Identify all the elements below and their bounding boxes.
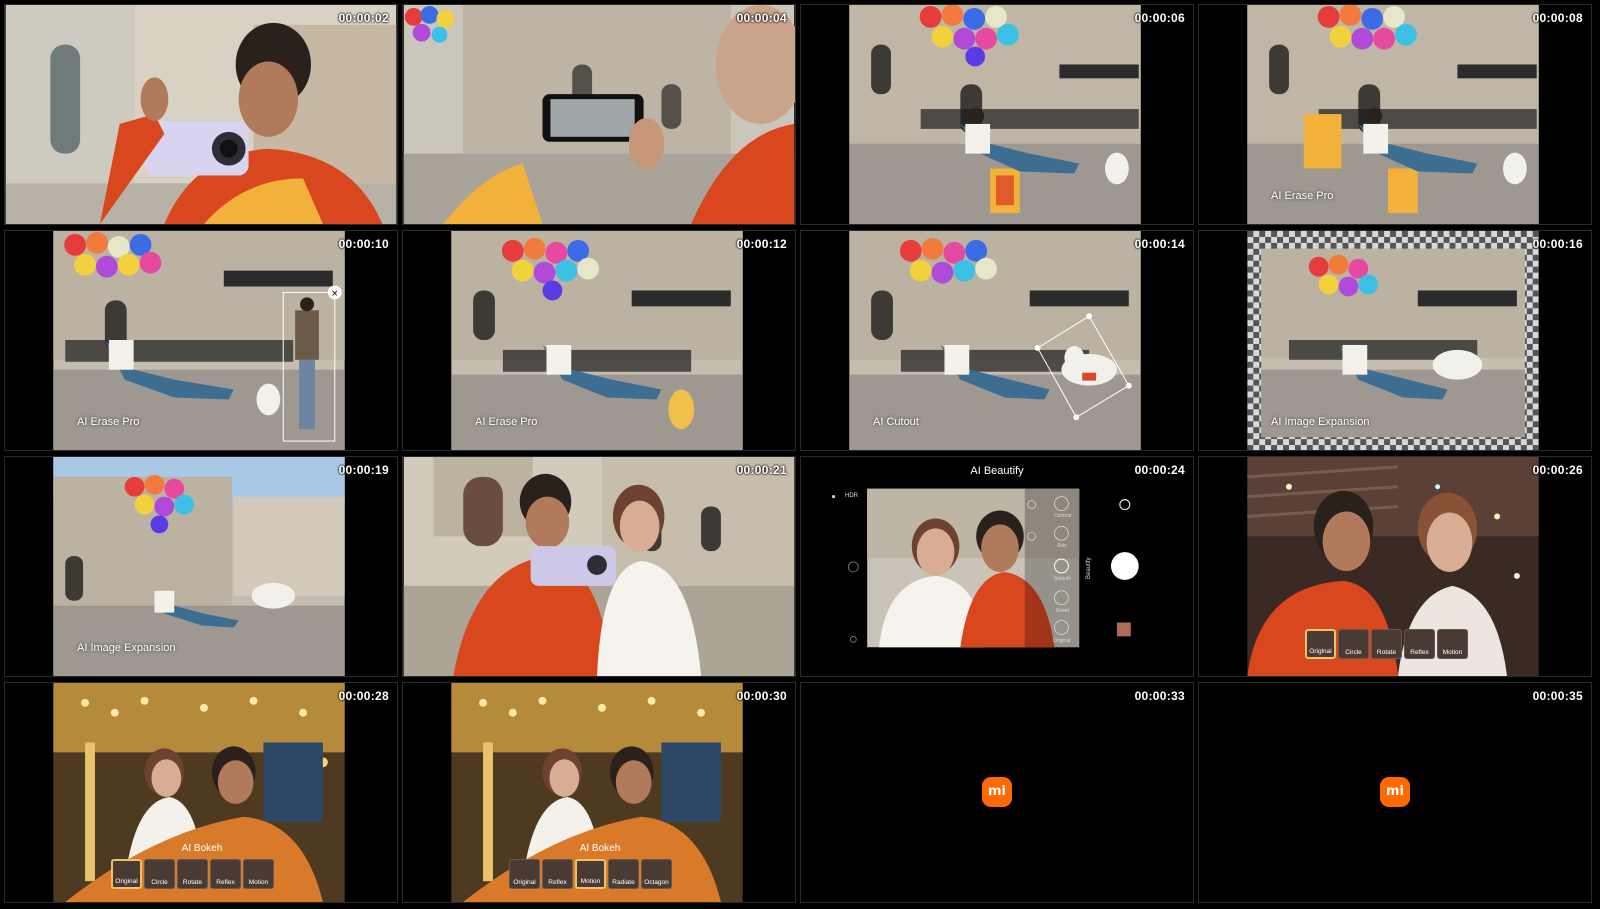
frame-5[interactable]: × 00:00:10 AI Erase Pro: [4, 230, 398, 451]
timestamp: 00:00:04: [736, 11, 787, 25]
feature-caption: AI Erase Pro: [1271, 190, 1334, 202]
effect-chip-radiate[interactable]: Radiate: [608, 859, 639, 889]
scene-erase-person: ×: [5, 231, 397, 450]
timestamp: 00:00:26: [1532, 463, 1583, 477]
timestamp: 00:00:10: [338, 237, 389, 251]
effect-chip-reflex[interactable]: Reflex: [542, 859, 573, 889]
timestamp: 00:00:30: [736, 689, 787, 703]
feature-caption: AI Image Expansion: [1271, 416, 1370, 428]
hdr-toggle[interactable]: HDR: [845, 493, 858, 499]
timestamp: 00:00:12: [736, 237, 787, 251]
effect-chip-rotate[interactable]: Rotate: [177, 859, 208, 889]
frame-2[interactable]: 00:00:04: [402, 4, 796, 225]
effect-chip-original[interactable]: Original: [1305, 629, 1336, 659]
scene-shooting-photo: [403, 5, 795, 224]
scene-two-friends-selfie: [403, 457, 795, 676]
effect-chip-rotate[interactable]: Rotate: [1371, 629, 1402, 659]
scene-image-expansion: [1199, 231, 1591, 450]
frame-13[interactable]: 00:00:28 AI Bokeh Original Circle Rotate…: [4, 682, 398, 903]
frame-1[interactable]: 00:00:02: [4, 4, 398, 225]
frame-12[interactable]: 00:00:26 Original Circle Rotate Reflex M…: [1198, 456, 1592, 677]
timestamp: 00:00:33: [1134, 689, 1185, 703]
storyboard-grid: 00:00:02 00:00:04 00:00:06 00:00:08 AI E…: [4, 4, 1596, 905]
effect-chip-circle[interactable]: Circle: [1338, 629, 1369, 659]
timestamp: 00:00:35: [1532, 689, 1583, 703]
effect-chip-motion[interactable]: Motion: [243, 859, 274, 889]
effect-chip-motion[interactable]: Motion: [575, 859, 606, 889]
timestamp: 00:00:02: [338, 11, 389, 25]
effect-chip-circle[interactable]: Circle: [144, 859, 175, 889]
beautify-side-label: Beautify: [1086, 557, 1092, 579]
menu-skin[interactable]: Skin: [1057, 543, 1067, 549]
feature-caption: AI Bokeh: [579, 843, 621, 854]
timestamp: 00:00:21: [736, 463, 787, 477]
frame-3[interactable]: 00:00:06: [800, 4, 1194, 225]
scene-expansion-result: [5, 457, 397, 676]
timestamp: 00:00:24: [1134, 463, 1185, 477]
timestamp: 00:00:28: [338, 689, 389, 703]
frame-10[interactable]: 00:00:21: [402, 456, 796, 677]
frame-9[interactable]: 00:00:19 AI Image Expansion: [4, 456, 398, 677]
shutter-button: [1110, 552, 1139, 580]
frame-11[interactable]: AI Beautify 00:00:24 HDR Beautify Contou…: [800, 456, 1194, 677]
menu-reset[interactable]: Reset: [1056, 608, 1069, 614]
mi-logo: mi: [1380, 776, 1410, 807]
frame-14[interactable]: 00:00:30 AI Bokeh Original Reflex Motion…: [402, 682, 796, 903]
effect-chip-reflex[interactable]: Reflex: [210, 859, 241, 889]
bokeh-effect-picker: Original Circle Rotate Reflex Motion: [1305, 629, 1468, 659]
effect-chip-octagon[interactable]: Octagon: [641, 859, 672, 889]
close-icon[interactable]: ×: [331, 289, 338, 299]
timestamp: 00:00:14: [1134, 237, 1185, 251]
frame-4[interactable]: 00:00:08 AI Erase Pro: [1198, 4, 1592, 225]
feature-caption: AI Erase Pro: [77, 416, 140, 428]
scene-balloons-erase: [1199, 5, 1591, 224]
feature-caption: AI Cutout: [873, 416, 919, 428]
feature-caption: AI Bokeh: [181, 843, 223, 854]
scene-beautify-ui: [801, 457, 1193, 676]
scene-erase-result: [403, 231, 795, 450]
bokeh-effect-picker: Original Reflex Motion Radiate Octagon: [509, 859, 672, 889]
scene-woman-phone: [5, 5, 397, 224]
menu-smooth[interactable]: Smooth: [1054, 576, 1071, 582]
menu-contour[interactable]: Contour: [1054, 513, 1072, 519]
effect-chip-reflex[interactable]: Reflex: [1404, 629, 1435, 659]
frame-16[interactable]: 00:00:35 mi: [1198, 682, 1592, 903]
scene-cutout: [801, 231, 1193, 450]
frame-6[interactable]: 00:00:12 AI Erase Pro: [402, 230, 796, 451]
menu-original[interactable]: Original: [1053, 638, 1070, 644]
feature-caption: AI Erase Pro: [475, 416, 538, 428]
frame-8[interactable]: 00:00:16 AI Image Expansion: [1198, 230, 1592, 451]
timestamp: 00:00:19: [338, 463, 389, 477]
bokeh-effect-picker: Original Circle Rotate Reflex Motion: [111, 859, 274, 889]
effect-chip-original[interactable]: Original: [509, 859, 540, 889]
timestamp: 00:00:16: [1532, 237, 1583, 251]
frame-7[interactable]: 00:00:14 AI Cutout: [800, 230, 1194, 451]
effect-chip-original[interactable]: Original: [111, 859, 142, 889]
effect-chip-motion[interactable]: Motion: [1437, 629, 1468, 659]
timestamp: 00:00:08: [1532, 11, 1583, 25]
mi-logo: mi: [982, 776, 1012, 807]
timestamp: 00:00:06: [1134, 11, 1185, 25]
feature-caption: AI Image Expansion: [77, 642, 176, 654]
scene-balloons-street: [801, 5, 1193, 224]
frame-15[interactable]: 00:00:33 mi: [800, 682, 1194, 903]
